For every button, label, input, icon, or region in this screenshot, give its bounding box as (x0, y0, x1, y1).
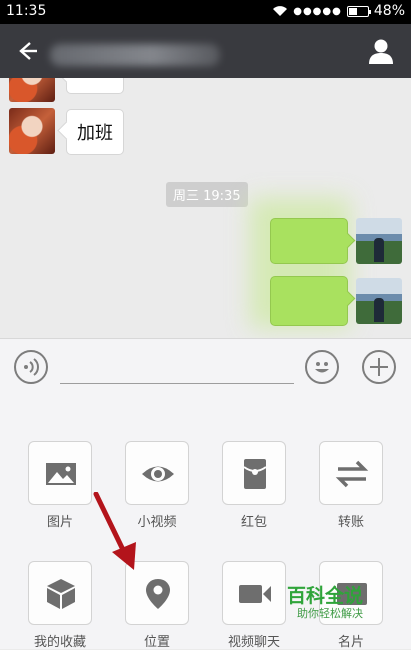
message-timestamp: 周三 19:35 (166, 182, 248, 207)
wifi-icon (273, 6, 288, 16)
image-icon (46, 463, 76, 485)
cube-icon (47, 579, 75, 609)
chat-title-blurred (50, 44, 220, 66)
smiley-icon (315, 362, 329, 373)
contact-avatar[interactable] (9, 78, 55, 102)
video-chat-label: 视频聊天 (227, 635, 280, 650)
transfer-button[interactable] (319, 441, 383, 505)
status-time: 11:35 (6, 3, 47, 19)
watermark-title: 百科全说 (287, 585, 364, 607)
sent-message-bubble[interactable] (270, 276, 348, 326)
status-bar: 11:35 ●●●●● 48% (0, 0, 411, 24)
signal-dots: ●●●●● (293, 5, 342, 17)
annotation-arrow-icon (93, 492, 136, 570)
transfer-label: 转账 (337, 515, 364, 530)
message-bubble[interactable] (66, 78, 124, 94)
back-arrow-icon[interactable] (12, 36, 42, 66)
chat-area[interactable]: 加班 周三 19:35 (0, 78, 411, 338)
red-packet-button[interactable] (222, 441, 286, 505)
photo-button[interactable] (28, 441, 92, 505)
favorites-button[interactable] (28, 561, 92, 625)
input-bar (0, 338, 411, 398)
video-camera-icon (239, 585, 271, 603)
voice-icon (24, 358, 39, 376)
location-pin-icon (146, 579, 170, 609)
chat-header (0, 24, 411, 78)
location-label: 位置 (143, 635, 170, 650)
sent-message-bubble[interactable] (270, 218, 348, 264)
favorites-label: 我的收藏 (33, 635, 86, 650)
contact-avatar[interactable] (9, 108, 55, 154)
battery-icon (346, 5, 371, 17)
my-avatar[interactable] (356, 278, 402, 324)
watermark-logo: 百科全说 助你轻松解决 (287, 581, 377, 625)
contact-card-label: 名片 (337, 635, 364, 650)
profile-icon[interactable] (367, 37, 395, 65)
transfer-icon (335, 460, 369, 488)
plus-icon (370, 358, 388, 376)
eye-icon (142, 466, 174, 482)
message-input[interactable] (60, 383, 294, 384)
emoji-button[interactable] (305, 350, 339, 384)
voice-input-button[interactable] (14, 350, 48, 384)
red-packet-label: 红包 (240, 515, 267, 530)
message-bubble[interactable]: 加班 (66, 109, 124, 155)
red-packet-icon (243, 459, 267, 489)
watermark-subtitle: 助你轻松解决 (297, 607, 363, 620)
my-avatar[interactable] (356, 218, 402, 264)
status-right: ●●●●● 48% (272, 3, 405, 19)
battery-percent: 48% (373, 3, 405, 19)
more-functions-button[interactable] (362, 350, 396, 384)
video-chat-button[interactable] (222, 561, 286, 625)
